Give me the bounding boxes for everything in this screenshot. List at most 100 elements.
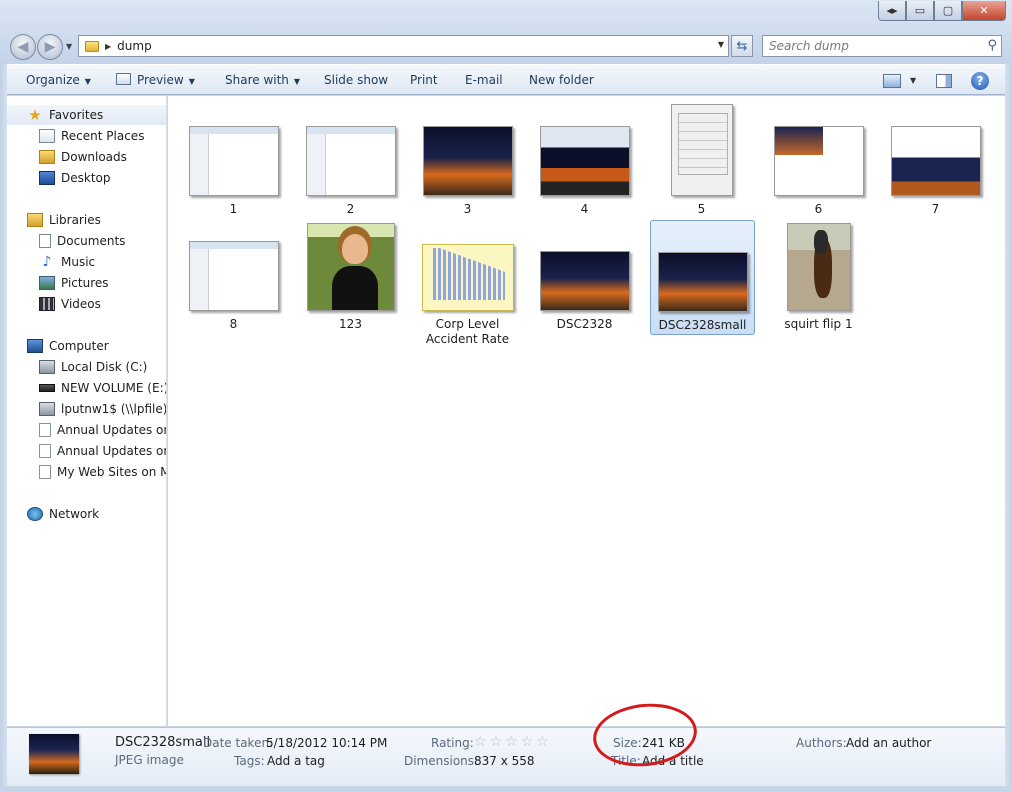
- nav-favorites[interactable]: ★ Favorites: [7, 105, 166, 125]
- preview-pane-icon[interactable]: [936, 74, 952, 88]
- folder-icon: [85, 40, 99, 52]
- details-file-name: DSC2328small: [115, 735, 211, 750]
- nav-annual-updates-1[interactable]: Annual Updates on I: [7, 420, 166, 440]
- new-folder-button[interactable]: New folder: [529, 73, 594, 87]
- nav-web-sites[interactable]: My Web Sites on MS: [7, 462, 167, 482]
- star-icon[interactable]: ☆: [536, 734, 549, 750]
- page-icon: [39, 465, 51, 479]
- nav-new-volume[interactable]: NEW VOLUME (E:): [7, 378, 167, 398]
- nav-libraries[interactable]: Libraries: [7, 210, 166, 230]
- nav-label: My Web Sites on MS: [57, 465, 167, 479]
- file-name: 2: [346, 202, 355, 216]
- nav-desktop[interactable]: Desktop: [7, 168, 166, 188]
- rating-stars[interactable]: ☆ ☆ ☆ ☆ ☆: [474, 734, 552, 750]
- nav-recent-places[interactable]: Recent Places: [7, 126, 166, 146]
- organize-label: Organize: [26, 73, 80, 87]
- file-item-corp-level-accident-rate[interactable]: Corp Level Accident Rate: [415, 244, 520, 347]
- nav-label: lputnw1$ (\\lpfile) (I: [61, 402, 167, 416]
- star-icon: ★: [28, 106, 42, 124]
- file-item-2[interactable]: 2: [298, 126, 403, 217]
- film-strip-icon: [39, 297, 55, 311]
- star-icon[interactable]: ☆: [490, 734, 503, 750]
- command-bar: Organize ▼ Preview ▼ Share with ▼ Slide sho…: [7, 64, 1005, 95]
- date-taken-value[interactable]: 5/18/2012 10:14 PM: [266, 736, 387, 750]
- file-name: 4: [580, 202, 589, 216]
- file-name: 7: [931, 202, 940, 216]
- help-icon[interactable]: ?: [971, 72, 989, 90]
- nav-label: NEW VOLUME (E:): [61, 381, 167, 395]
- back-button[interactable]: ◀: [10, 34, 36, 60]
- address-dropdown-icon[interactable]: ▼: [718, 40, 724, 49]
- nav-annual-updates-2[interactable]: Annual Updates on I: [7, 441, 166, 461]
- nav-computer[interactable]: Computer: [7, 336, 166, 356]
- file-item-1[interactable]: 1: [181, 126, 286, 217]
- file-item-7[interactable]: 7: [883, 126, 988, 217]
- thumbnail: [670, 104, 733, 196]
- file-item-6[interactable]: 6: [766, 126, 871, 217]
- close-icon[interactable]: ✕: [962, 1, 1006, 21]
- chevron-right-icon[interactable]: ▶: [105, 42, 111, 51]
- restore-icon[interactable]: ◂▸: [878, 1, 906, 21]
- file-name: DSC2328small: [658, 318, 747, 332]
- search-box[interactable]: ⚲: [762, 35, 1002, 57]
- authors-value[interactable]: Add an author: [846, 736, 931, 750]
- file-item-dsc2328small[interactable]: DSC2328small: [650, 220, 755, 335]
- star-icon[interactable]: ☆: [474, 734, 487, 750]
- search-input[interactable]: [763, 36, 973, 56]
- refresh-button[interactable]: ⇆: [731, 35, 753, 57]
- file-list: 1 2 3 4 5 6 7 8 123 Corp Level Accident …: [168, 96, 1005, 726]
- preview-button[interactable]: Preview ▼: [116, 73, 195, 87]
- chevron-down-icon: ▼: [293, 77, 301, 86]
- organize-button[interactable]: Organize ▼: [26, 73, 91, 87]
- thumbnail: [306, 223, 395, 311]
- nav-documents[interactable]: Documents: [7, 231, 166, 251]
- nav-label: Libraries: [49, 213, 101, 227]
- dimensions-label: Dimensions:: [404, 754, 479, 768]
- details-pane: DSC2328small JPEG image Date taken: 5/18…: [7, 727, 1005, 786]
- search-icon[interactable]: ⚲: [987, 38, 997, 53]
- email-button[interactable]: E-mail: [465, 73, 503, 87]
- address-bar[interactable]: ▶ dump ▼: [78, 35, 729, 57]
- file-item-4[interactable]: 4: [532, 126, 637, 217]
- star-icon[interactable]: ☆: [505, 734, 518, 750]
- recent-pages-dropdown-icon[interactable]: ▼: [66, 42, 72, 51]
- print-button[interactable]: Print: [410, 73, 438, 87]
- thumbnail: [305, 126, 396, 196]
- details-thumbnail: [29, 734, 79, 774]
- file-item-dsc2328[interactable]: DSC2328: [532, 251, 637, 332]
- nav-network-drive[interactable]: lputnw1$ (\\lpfile) (I: [7, 399, 167, 419]
- view-options-dropdown-icon[interactable]: ▼: [910, 76, 916, 85]
- file-item-8[interactable]: 8: [181, 241, 286, 332]
- minimize-icon[interactable]: ▭: [906, 1, 934, 21]
- nav-music[interactable]: ♪ Music: [7, 252, 166, 272]
- nav-label: Downloads: [61, 150, 127, 164]
- thumbnail: [657, 252, 748, 312]
- documents-icon: [39, 234, 51, 248]
- file-name: 8: [229, 317, 238, 331]
- maximize-icon[interactable]: ▢: [934, 1, 962, 21]
- file-item-squirt-flip-1[interactable]: squirt flip 1: [766, 223, 871, 332]
- slide-show-button[interactable]: Slide show: [324, 73, 388, 87]
- nav-network[interactable]: Network: [7, 504, 166, 524]
- details-file-type: JPEG image: [115, 753, 184, 767]
- authors-label: Authors:: [796, 736, 847, 750]
- file-item-3[interactable]: 3: [415, 126, 520, 217]
- window-controls: ◂▸ ▭ ▢ ✕: [878, 1, 1006, 21]
- nav-local-disk[interactable]: Local Disk (C:): [7, 357, 166, 377]
- star-icon[interactable]: ☆: [521, 734, 534, 750]
- file-item-123[interactable]: 123: [298, 223, 403, 332]
- computer-icon: [27, 339, 43, 353]
- breadcrumb-dump[interactable]: dump: [117, 39, 152, 53]
- nav-pictures[interactable]: Pictures: [7, 273, 166, 293]
- file-item-5[interactable]: 5: [649, 104, 754, 217]
- window-border-left: [0, 64, 7, 792]
- rating-label: Rating:: [431, 736, 474, 750]
- nav-videos[interactable]: Videos: [7, 294, 166, 314]
- tags-value[interactable]: Add a tag: [267, 754, 325, 768]
- network-globe-icon: [27, 507, 43, 521]
- libraries-icon: [27, 213, 43, 227]
- share-with-button[interactable]: Share with ▼: [225, 73, 300, 87]
- forward-button[interactable]: ▶: [37, 34, 63, 60]
- change-view-icon[interactable]: [883, 74, 901, 88]
- nav-downloads[interactable]: Downloads: [7, 147, 166, 167]
